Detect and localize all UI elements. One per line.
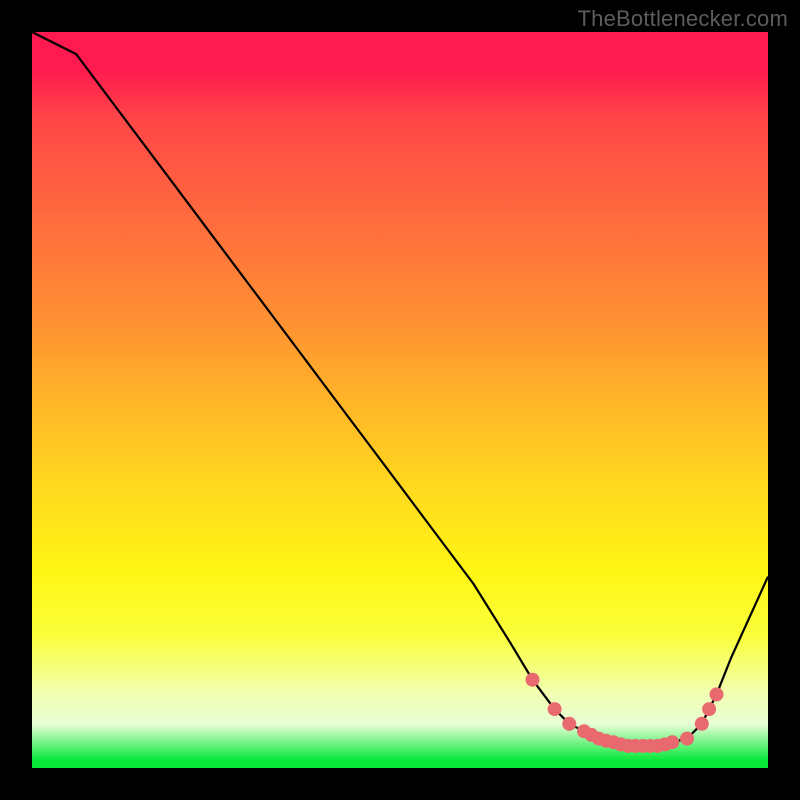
marker-point [710, 687, 724, 701]
marker-point [665, 735, 679, 749]
marker-point [562, 717, 576, 731]
marker-point [702, 702, 716, 716]
chart-svg [32, 32, 768, 768]
plot-area [32, 32, 768, 768]
chart-frame: TheBottlenecker.com [0, 0, 800, 800]
sweet-spot-markers [526, 673, 724, 753]
bottleneck-curve [32, 32, 768, 746]
marker-point [548, 702, 562, 716]
watermark-text: TheBottlenecker.com [578, 6, 788, 32]
marker-point [680, 732, 694, 746]
marker-point [526, 673, 540, 687]
marker-point [695, 717, 709, 731]
